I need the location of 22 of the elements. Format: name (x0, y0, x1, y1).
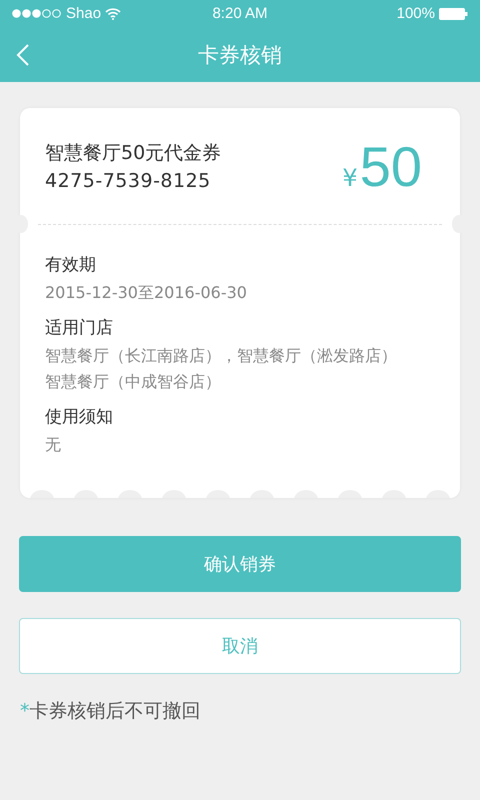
cancel-button[interactable]: 取消 (19, 618, 461, 674)
coupon-name: 智慧餐厅50元代金券 (45, 141, 222, 166)
currency-symbol: ¥ (342, 164, 358, 192)
battery-icon (439, 8, 468, 20)
section-label: 有效期 (45, 254, 97, 276)
section-value: 2015-12-30至2016-06-30 (45, 282, 248, 304)
carrier-name: Shao (66, 5, 102, 22)
coupon-amount: 50 (360, 134, 422, 198)
status-time: 8:20 AM (211, 5, 269, 22)
section-label: 适用门店 (45, 317, 114, 339)
confirm-button[interactable]: 确认销券 (19, 536, 461, 592)
wifi-icon (105, 8, 122, 20)
page-title: 卡券核销 (198, 42, 282, 68)
section-value: 无 (45, 434, 62, 456)
coupon-code: 4275-7539-8125 (45, 170, 212, 192)
signal-icon (12, 9, 62, 18)
battery-percent: 100% (396, 5, 435, 22)
warning-note: *卡券核销后不可撤回 (20, 699, 202, 724)
section-value: 智慧餐厅（长江南路店），智慧餐厅（淞发路店） (45, 345, 398, 367)
back-icon (16, 43, 30, 67)
section-value: 智慧餐厅（中成智谷店） (45, 371, 222, 393)
section-label: 使用须知 (45, 406, 114, 428)
